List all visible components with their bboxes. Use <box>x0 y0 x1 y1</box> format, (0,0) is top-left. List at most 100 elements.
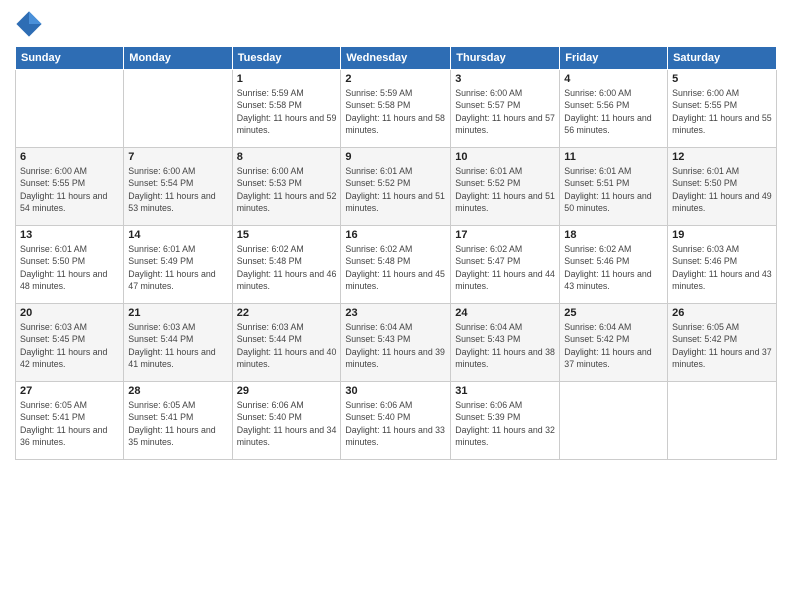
weekday-header-thursday: Thursday <box>451 47 560 70</box>
day-info: Sunrise: 6:00 AMSunset: 5:54 PMDaylight:… <box>128 165 227 214</box>
day-number: 13 <box>20 229 119 241</box>
calendar-cell <box>668 382 777 460</box>
day-number: 25 <box>564 307 663 319</box>
calendar-cell: 7 Sunrise: 6:00 AMSunset: 5:54 PMDaylight… <box>124 148 232 226</box>
day-number: 8 <box>237 151 337 163</box>
day-info: Sunrise: 6:06 AMSunset: 5:40 PMDaylight:… <box>237 399 337 448</box>
day-info: Sunrise: 6:02 AMSunset: 5:46 PMDaylight:… <box>564 243 663 292</box>
day-number: 14 <box>128 229 227 241</box>
day-number: 9 <box>345 151 446 163</box>
day-info: Sunrise: 5:59 AMSunset: 5:58 PMDaylight:… <box>345 87 446 136</box>
day-number: 4 <box>564 73 663 85</box>
day-number: 3 <box>455 73 555 85</box>
day-info: Sunrise: 6:01 AMSunset: 5:49 PMDaylight:… <box>128 243 227 292</box>
calendar-cell: 14 Sunrise: 6:01 AMSunset: 5:49 PMDayligh… <box>124 226 232 304</box>
day-number: 16 <box>345 229 446 241</box>
day-number: 22 <box>237 307 337 319</box>
day-number: 18 <box>564 229 663 241</box>
day-info: Sunrise: 6:01 AMSunset: 5:50 PMDaylight:… <box>20 243 119 292</box>
calendar-cell: 28 Sunrise: 6:05 AMSunset: 5:41 PMDayligh… <box>124 382 232 460</box>
day-number: 1 <box>237 73 337 85</box>
day-number: 31 <box>455 385 555 397</box>
day-number: 20 <box>20 307 119 319</box>
day-number: 2 <box>345 73 446 85</box>
calendar-cell: 26Sunrise: 6:05 AMSunset: 5:42 PMDayligh… <box>668 304 777 382</box>
calendar-week-row-1: 1 Sunrise: 5:59 AMSunset: 5:58 PMDaylight… <box>16 70 777 148</box>
day-info: Sunrise: 6:00 AMSunset: 5:57 PMDaylight:… <box>455 87 555 136</box>
calendar-cell: 27Sunrise: 6:05 AMSunset: 5:41 PMDayligh… <box>16 382 124 460</box>
calendar-week-row-3: 13 Sunrise: 6:01 AMSunset: 5:50 PMDayligh… <box>16 226 777 304</box>
day-info: Sunrise: 6:01 AMSunset: 5:52 PMDaylight:… <box>455 165 555 214</box>
calendar-cell <box>560 382 668 460</box>
calendar-cell: 25 Sunrise: 6:04 AMSunset: 5:42 PMDayligh… <box>560 304 668 382</box>
logo <box>15 10 45 38</box>
calendar-cell: 15 Sunrise: 6:02 AMSunset: 5:48 PMDayligh… <box>232 226 341 304</box>
calendar-cell: 17 Sunrise: 6:02 AMSunset: 5:47 PMDayligh… <box>451 226 560 304</box>
day-info: Sunrise: 6:02 AMSunset: 5:48 PMDaylight:… <box>237 243 337 292</box>
calendar-cell: 10 Sunrise: 6:01 AMSunset: 5:52 PMDayligh… <box>451 148 560 226</box>
day-info: Sunrise: 6:06 AMSunset: 5:40 PMDaylight:… <box>345 399 446 448</box>
calendar-cell: 29 Sunrise: 6:06 AMSunset: 5:40 PMDayligh… <box>232 382 341 460</box>
calendar-cell: 1Sunrise: 5:59 AMSunset: 5:58 PMDaylight… <box>232 70 341 148</box>
calendar-cell: 13 Sunrise: 6:01 AMSunset: 5:50 PMDayligh… <box>16 226 124 304</box>
day-number: 6 <box>20 151 119 163</box>
calendar-cell: 8 Sunrise: 6:00 AMSunset: 5:53 PMDaylight… <box>232 148 341 226</box>
day-number: 11 <box>564 151 663 163</box>
calendar-cell <box>16 70 124 148</box>
day-number: 24 <box>455 307 555 319</box>
calendar-week-row-5: 27Sunrise: 6:05 AMSunset: 5:41 PMDayligh… <box>16 382 777 460</box>
day-info: Sunrise: 6:00 AMSunset: 5:55 PMDaylight:… <box>672 87 772 136</box>
calendar-cell: 18 Sunrise: 6:02 AMSunset: 5:46 PMDayligh… <box>560 226 668 304</box>
calendar-cell: 9 Sunrise: 6:01 AMSunset: 5:52 PMDaylight… <box>341 148 451 226</box>
calendar-cell: 11 Sunrise: 6:01 AMSunset: 5:51 PMDayligh… <box>560 148 668 226</box>
day-info: Sunrise: 6:06 AMSunset: 5:39 PMDaylight:… <box>455 399 555 448</box>
day-info: Sunrise: 6:04 AMSunset: 5:43 PMDaylight:… <box>455 321 555 370</box>
weekday-header-monday: Monday <box>124 47 232 70</box>
day-number: 21 <box>128 307 227 319</box>
day-info: Sunrise: 6:04 AMSunset: 5:43 PMDaylight:… <box>345 321 446 370</box>
day-number: 5 <box>672 73 772 85</box>
calendar-cell: 12Sunrise: 6:01 AMSunset: 5:50 PMDayligh… <box>668 148 777 226</box>
day-info: Sunrise: 6:01 AMSunset: 5:52 PMDaylight:… <box>345 165 446 214</box>
day-info: Sunrise: 6:05 AMSunset: 5:41 PMDaylight:… <box>128 399 227 448</box>
day-info: Sunrise: 6:05 AMSunset: 5:41 PMDaylight:… <box>20 399 119 448</box>
calendar-week-row-2: 6Sunrise: 6:00 AMSunset: 5:55 PMDaylight… <box>16 148 777 226</box>
day-number: 19 <box>672 229 772 241</box>
day-info: Sunrise: 6:03 AMSunset: 5:44 PMDaylight:… <box>237 321 337 370</box>
day-number: 10 <box>455 151 555 163</box>
calendar-cell: 31 Sunrise: 6:06 AMSunset: 5:39 PMDayligh… <box>451 382 560 460</box>
calendar-cell: 24 Sunrise: 6:04 AMSunset: 5:43 PMDayligh… <box>451 304 560 382</box>
calendar-cell: 20Sunrise: 6:03 AMSunset: 5:45 PMDayligh… <box>16 304 124 382</box>
calendar-cell: 23 Sunrise: 6:04 AMSunset: 5:43 PMDayligh… <box>341 304 451 382</box>
day-number: 12 <box>672 151 772 163</box>
day-info: Sunrise: 6:01 AMSunset: 5:51 PMDaylight:… <box>564 165 663 214</box>
calendar-cell: 4Sunrise: 6:00 AMSunset: 5:56 PMDaylight… <box>560 70 668 148</box>
page: SundayMondayTuesdayWednesdayThursdayFrid… <box>0 0 792 612</box>
calendar-cell <box>124 70 232 148</box>
calendar-cell: 22 Sunrise: 6:03 AMSunset: 5:44 PMDayligh… <box>232 304 341 382</box>
day-number: 30 <box>345 385 446 397</box>
header <box>15 10 777 38</box>
day-number: 28 <box>128 385 227 397</box>
calendar-cell: 16 Sunrise: 6:02 AMSunset: 5:48 PMDayligh… <box>341 226 451 304</box>
day-info: Sunrise: 6:05 AMSunset: 5:42 PMDaylight:… <box>672 321 772 370</box>
day-info: Sunrise: 6:00 AMSunset: 5:53 PMDaylight:… <box>237 165 337 214</box>
weekday-header-row: SundayMondayTuesdayWednesdayThursdayFrid… <box>16 47 777 70</box>
day-number: 23 <box>345 307 446 319</box>
day-info: Sunrise: 6:03 AMSunset: 5:46 PMDaylight:… <box>672 243 772 292</box>
calendar-cell: 30 Sunrise: 6:06 AMSunset: 5:40 PMDayligh… <box>341 382 451 460</box>
day-number: 29 <box>237 385 337 397</box>
calendar-cell: 21Sunrise: 6:03 AMSunset: 5:44 PMDayligh… <box>124 304 232 382</box>
day-number: 7 <box>128 151 227 163</box>
day-info: Sunrise: 6:02 AMSunset: 5:47 PMDaylight:… <box>455 243 555 292</box>
calendar-cell: 19 Sunrise: 6:03 AMSunset: 5:46 PMDayligh… <box>668 226 777 304</box>
calendar-cell: 6Sunrise: 6:00 AMSunset: 5:55 PMDaylight… <box>16 148 124 226</box>
day-info: Sunrise: 6:04 AMSunset: 5:42 PMDaylight:… <box>564 321 663 370</box>
logo-icon <box>15 10 43 38</box>
calendar-cell: 5 Sunrise: 6:00 AMSunset: 5:55 PMDaylight… <box>668 70 777 148</box>
day-info: Sunrise: 6:02 AMSunset: 5:48 PMDaylight:… <box>345 243 446 292</box>
day-number: 15 <box>237 229 337 241</box>
calendar-table: SundayMondayTuesdayWednesdayThursdayFrid… <box>15 46 777 460</box>
day-number: 17 <box>455 229 555 241</box>
weekday-header-saturday: Saturday <box>668 47 777 70</box>
